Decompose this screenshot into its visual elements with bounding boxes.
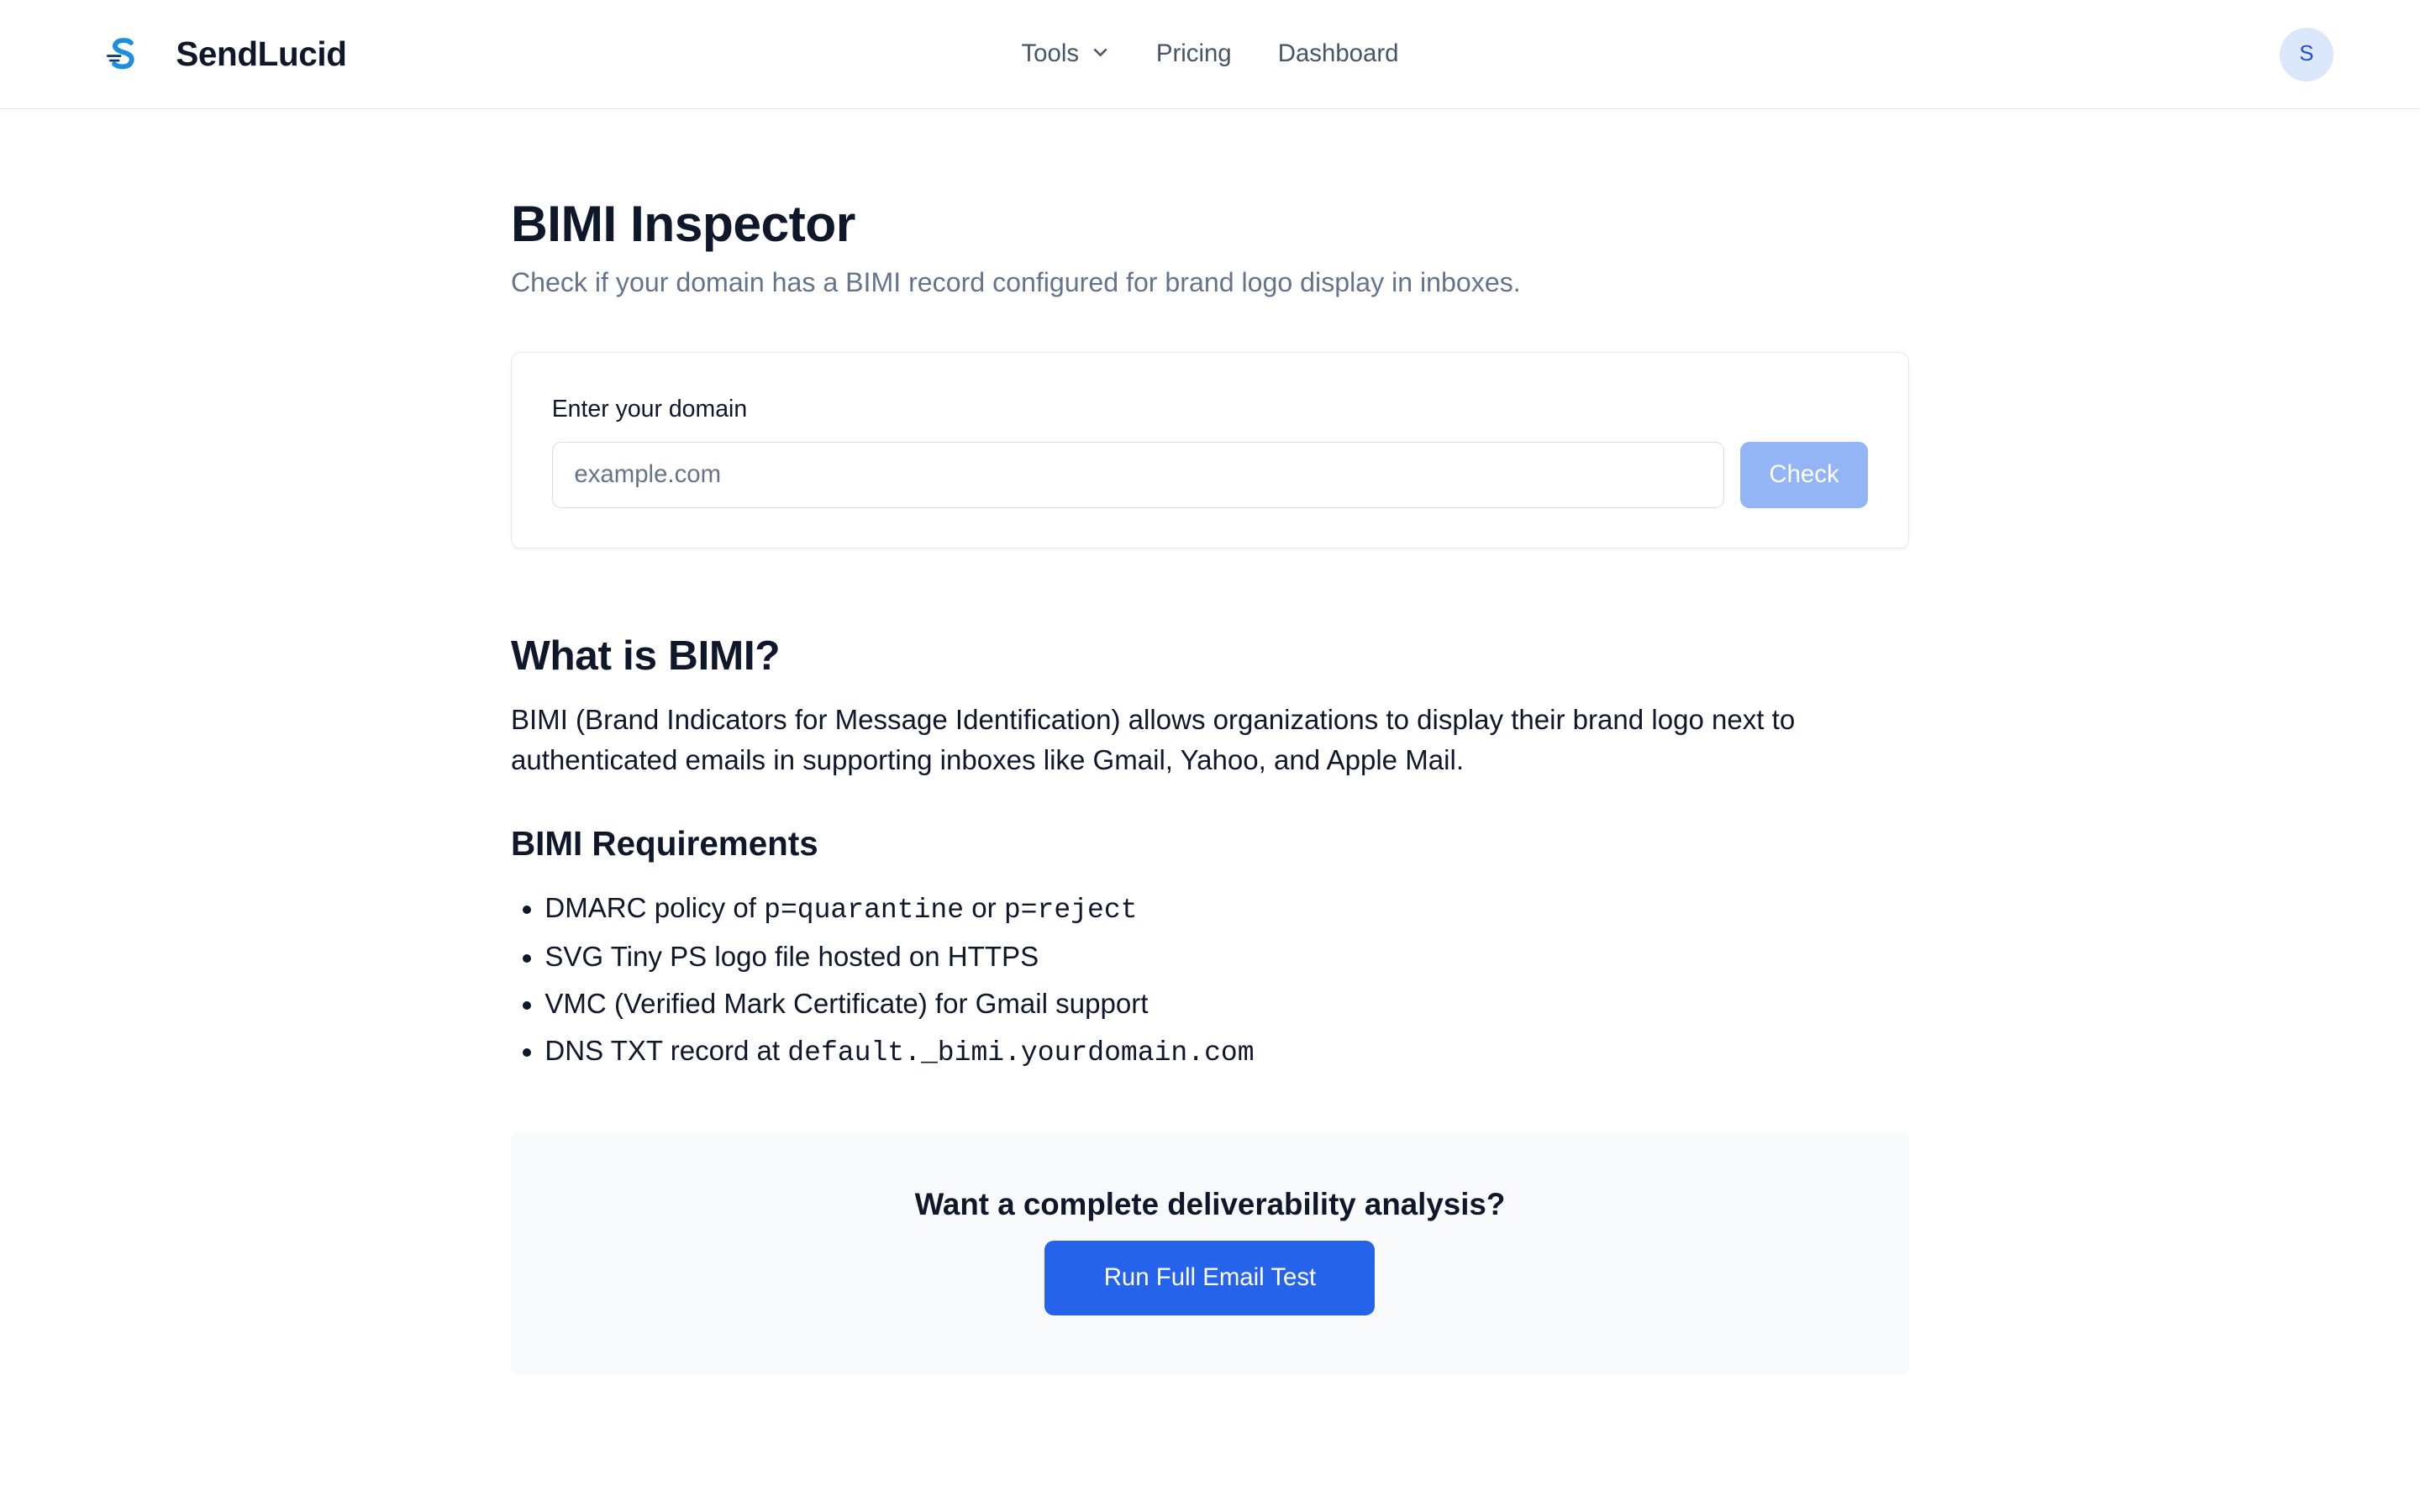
nav-pricing-label: Pricing bbox=[1155, 39, 1232, 68]
cta-title: Want a complete deliverability analysis? bbox=[914, 1187, 1506, 1222]
brand[interactable]: SendLucid bbox=[102, 33, 347, 76]
domain-check-card: Enter your domain Check bbox=[510, 352, 1909, 549]
requirement-text: or bbox=[964, 892, 1004, 924]
what-is-bimi-text: BIMI (Brand Indicators for Message Ident… bbox=[510, 705, 1796, 777]
list-item: DMARC policy of p=quarantine or p=reject bbox=[544, 889, 1909, 931]
domain-input[interactable] bbox=[551, 441, 1725, 508]
list-item: VMC (Verified Mark Certificate) for Gmai… bbox=[544, 984, 1909, 1025]
domain-field-label: Enter your domain bbox=[551, 395, 748, 423]
list-item: SVG Tiny PS logo file hosted on HTTPS bbox=[544, 937, 1909, 978]
chevron-down-icon bbox=[1092, 39, 1110, 68]
domain-input-row: Check bbox=[551, 441, 1869, 508]
nav-tools-label: Tools bbox=[1021, 39, 1080, 68]
brand-name: SendLucid bbox=[176, 34, 347, 74]
code-snippet: p=quarantine bbox=[764, 893, 965, 926]
requirement-text: SVG Tiny PS logo file hosted on HTTPS bbox=[544, 941, 1039, 973]
requirement-text: DMARC policy of bbox=[544, 892, 765, 924]
nav-dashboard[interactable]: Dashboard bbox=[1278, 39, 1399, 68]
list-item: DNS TXT record at default._bimi.yourdoma… bbox=[544, 1032, 1909, 1074]
requirements-list: DMARC policy of p=quarantine or p=reject… bbox=[511, 889, 1909, 1074]
page-title: BIMI Inspector bbox=[510, 194, 855, 252]
main-content: BIMI Inspector Check if your domain has … bbox=[510, 109, 1909, 1374]
main-nav: Tools Pricing Dashboard bbox=[1021, 0, 1398, 108]
requirement-text: VMC (Verified Mark Certificate) for Gmai… bbox=[544, 988, 1149, 1020]
top-header: SendLucid Tools Pricing Dashboard S bbox=[0, 0, 2420, 110]
nav-tools[interactable]: Tools bbox=[1021, 39, 1109, 68]
user-avatar[interactable]: S bbox=[2279, 27, 2334, 81]
requirement-text: DNS TXT record at bbox=[544, 1035, 788, 1067]
code-snippet: default._bimi.yourdomain.com bbox=[787, 1036, 1255, 1068]
nav-dashboard-label: Dashboard bbox=[1277, 39, 1399, 68]
nav-pricing[interactable]: Pricing bbox=[1156, 39, 1232, 68]
page-subtitle: Check if your domain has a BIMI record c… bbox=[510, 266, 1521, 297]
page: SendLucid Tools Pricing Dashboard S BIMI… bbox=[0, 0, 2420, 1512]
requirements-heading: BIMI Requirements bbox=[510, 824, 818, 864]
run-full-email-test-button[interactable]: Run Full Email Test bbox=[1044, 1241, 1376, 1315]
sendlucid-logo-icon bbox=[102, 33, 145, 76]
cta-panel: Want a complete deliverability analysis?… bbox=[510, 1131, 1909, 1374]
check-button[interactable]: Check bbox=[1739, 441, 1869, 508]
code-snippet: p=reject bbox=[1003, 893, 1138, 926]
what-is-bimi-heading: What is BIMI? bbox=[510, 631, 781, 679]
